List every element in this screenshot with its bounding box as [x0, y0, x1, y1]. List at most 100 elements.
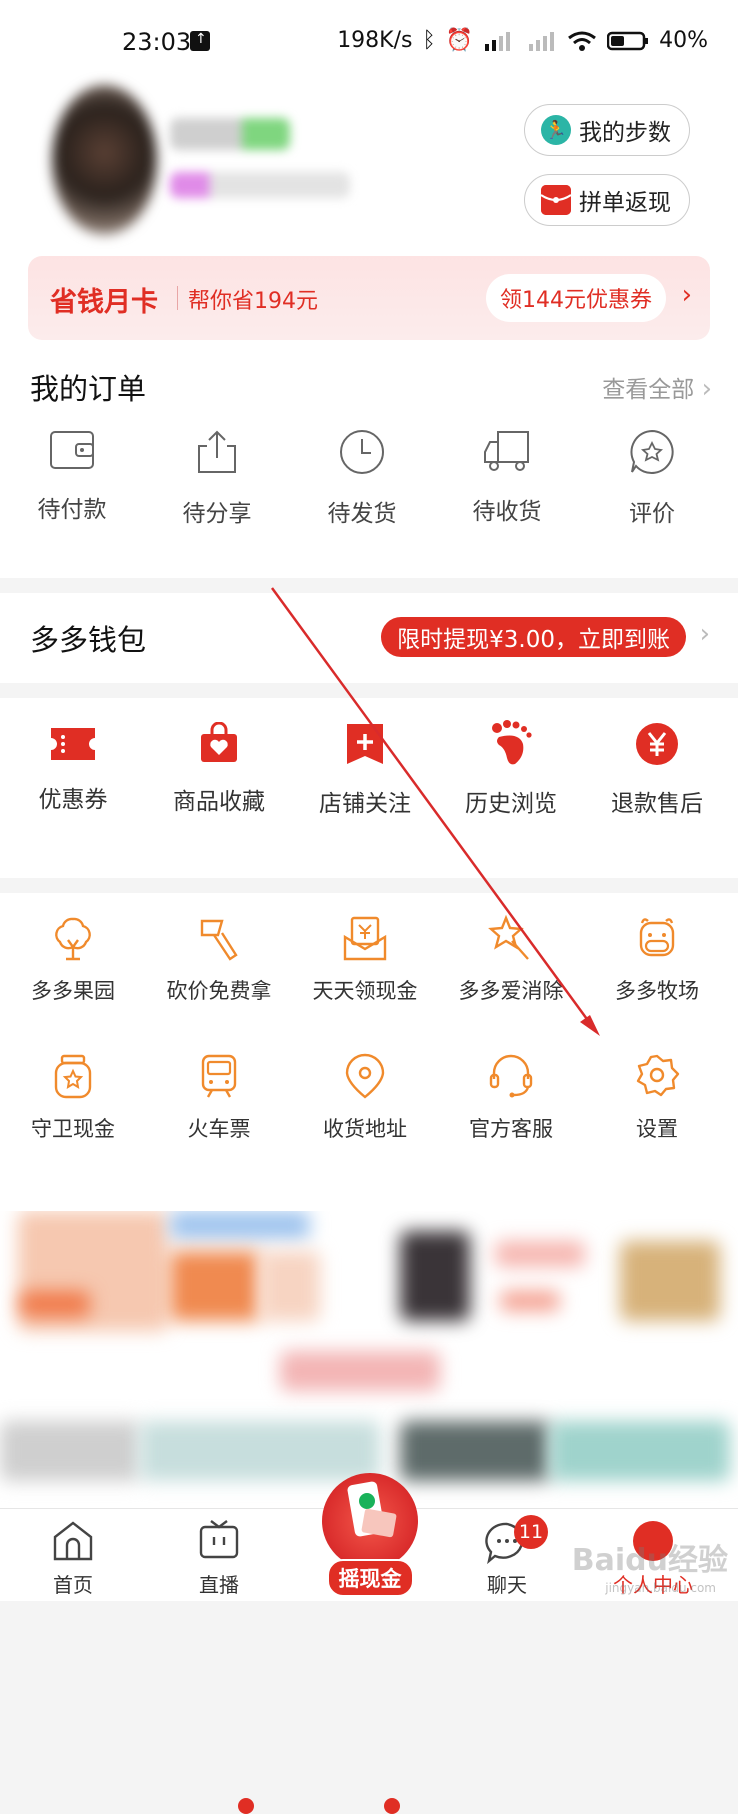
service-bargain[interactable]: 砍价免费拿	[146, 915, 292, 1005]
tab-live[interactable]: 直播	[164, 1509, 274, 1601]
bluetooth-icon: ᛒ	[422, 28, 436, 53]
wallet-icon	[50, 431, 94, 469]
services-grid: 多多果园 砍价免费拿 天天领现金 多多爱消除 多多牧场 守卫现金 火车票 收货地…	[0, 893, 738, 1814]
order-pending-share[interactable]: 待分享	[147, 428, 287, 528]
service-label: 火车票	[187, 1117, 251, 1141]
settings-gear-icon	[636, 1054, 680, 1097]
order-review[interactable]: 评价	[582, 428, 722, 528]
user-subinfo-blurred	[170, 172, 350, 198]
cash-envelope-icon	[343, 916, 387, 961]
service-label: 设置	[636, 1117, 678, 1141]
tab-label: 聊天	[487, 1573, 527, 1597]
service-daily-cash[interactable]: 天天领现金	[292, 915, 438, 1005]
wallet-title: 多多钱包	[30, 623, 147, 657]
service-shipping-address[interactable]: 收货地址	[292, 1053, 438, 1143]
service-label: 官方客服	[469, 1117, 553, 1141]
order-item-label: 评价	[629, 501, 675, 527]
train-icon	[201, 1054, 237, 1098]
coupon-icon	[51, 728, 95, 760]
coupon-claim-button[interactable]: 领144元优惠券	[486, 274, 666, 322]
view-all-orders-link[interactable]: 查看全部 ›	[602, 370, 712, 404]
status-bar: 23:03 ↑ 198K/s ᛒ ⏰ 40%	[0, 0, 738, 84]
notification-dot	[384, 1798, 400, 1814]
axe-icon	[200, 919, 238, 961]
tab-label: 首页	[53, 1573, 93, 1597]
headset-icon	[489, 1054, 533, 1098]
phone-envelope-icon	[347, 1481, 397, 1538]
bag-heart-icon	[201, 722, 237, 762]
username-blurred	[170, 118, 290, 150]
followed-stores-entry[interactable]: 店铺关注	[292, 722, 438, 818]
network-speed: 198K/s	[337, 28, 413, 53]
my-steps-button[interactable]: 🏃 我的步数	[524, 104, 690, 156]
quick-actions-row: 优惠券 商品收藏 店铺关注 历史浏览 退款售后	[0, 698, 738, 878]
savings-card-title: 省钱月卡	[50, 287, 158, 318]
tab-shake-cash[interactable]: 摇现金	[312, 1473, 428, 1601]
bottom-tab-bar: 首页 直播 摇现金 聊天 11 个人中心 Baidu经验 jingyan.bai…	[0, 1473, 738, 1601]
service-match-game[interactable]: 多多爱消除	[438, 915, 584, 1005]
browse-history-entry[interactable]: 历史浏览	[438, 720, 584, 818]
my-orders-section: 我的订单 查看全部 › 待付款 待分享 待发货 待收货 评价	[0, 342, 738, 578]
order-pending-shipment[interactable]: 待发货	[292, 428, 432, 528]
chevron-right-icon: ›	[681, 280, 692, 310]
signal-icon	[485, 31, 511, 51]
orders-title: 我的订单	[30, 372, 147, 406]
battery-level: 40%	[659, 28, 708, 53]
tab-chat[interactable]: 聊天 11	[452, 1509, 562, 1601]
star-bubble-icon	[630, 429, 674, 474]
order-item-label: 待收货	[472, 499, 542, 525]
group-cashback-button[interactable]: 拼单返现	[524, 174, 690, 226]
footprint-icon	[492, 720, 532, 765]
service-label: 多多爱消除	[458, 979, 564, 1003]
home-icon	[53, 1521, 93, 1561]
truck-icon	[484, 431, 529, 471]
wifi-icon	[568, 31, 597, 51]
store-plus-icon	[347, 724, 383, 764]
service-label: 多多牧场	[615, 979, 699, 1003]
tree-icon	[55, 917, 91, 961]
chevron-right-icon: ›	[699, 619, 710, 649]
quick-item-label: 店铺关注	[319, 791, 411, 817]
star-wand-icon	[488, 915, 529, 960]
battery-icon	[607, 31, 649, 50]
group-cashback-label: 拼单返现	[579, 190, 671, 216]
refund-aftersales-entry[interactable]: 退款售后	[584, 722, 730, 818]
order-item-label: 待付款	[37, 497, 107, 523]
avatar[interactable]	[52, 85, 157, 235]
upload-notification-icon: ↑	[190, 31, 210, 51]
duoduo-wallet-row[interactable]: 多多钱包 限时提现¥3.00，立即到账 ›	[0, 593, 738, 683]
share-icon	[198, 430, 236, 473]
quick-item-label: 优惠券	[38, 787, 108, 813]
service-settings[interactable]: 设置	[584, 1053, 730, 1143]
service-label: 收货地址	[323, 1117, 407, 1141]
quick-item-label: 历史浏览	[465, 791, 557, 817]
favorites-entry[interactable]: 商品收藏	[146, 722, 292, 816]
service-customer-support[interactable]: 官方客服	[438, 1053, 584, 1143]
chevron-right-icon: ›	[701, 374, 712, 404]
yen-circle-icon	[636, 723, 678, 765]
savings-card-subtitle: 帮你省194元	[188, 289, 318, 314]
coupon-entry[interactable]: 优惠券	[0, 726, 146, 814]
alarm-icon: ⏰	[445, 28, 474, 53]
my-steps-label: 我的步数	[579, 120, 671, 146]
order-item-label: 待发货	[327, 501, 397, 527]
baidu-watermark: Baidu经验	[571, 1543, 728, 1578]
service-label: 天天领现金	[312, 979, 418, 1003]
running-person-icon: 🏃	[541, 115, 571, 145]
baidu-watermark-url: jingyan.baidu.com	[605, 1581, 716, 1595]
service-orchard[interactable]: 多多果园	[0, 915, 146, 1005]
order-pending-receipt[interactable]: 待收货	[437, 428, 577, 526]
status-time: 23:03	[122, 28, 192, 56]
order-pending-payment[interactable]: 待付款	[2, 428, 142, 524]
tab-label: 直播	[199, 1573, 239, 1597]
tab-home[interactable]: 首页	[18, 1509, 128, 1601]
savings-monthly-card[interactable]: 省钱月卡 帮你省194元 领144元优惠券 ›	[28, 256, 710, 340]
status-right-group: 198K/s ᛒ ⏰ 40%	[337, 28, 708, 53]
service-train-tickets[interactable]: 火车票	[146, 1053, 292, 1143]
service-guard-cash[interactable]: 守卫现金	[0, 1053, 146, 1143]
service-ranch[interactable]: 多多牧场	[584, 915, 730, 1005]
service-label: 守卫现金	[31, 1117, 115, 1141]
signal-2-icon	[529, 31, 555, 51]
withdraw-promo-badge[interactable]: 限时提现¥3.00，立即到账	[381, 617, 686, 657]
divider	[177, 286, 178, 310]
